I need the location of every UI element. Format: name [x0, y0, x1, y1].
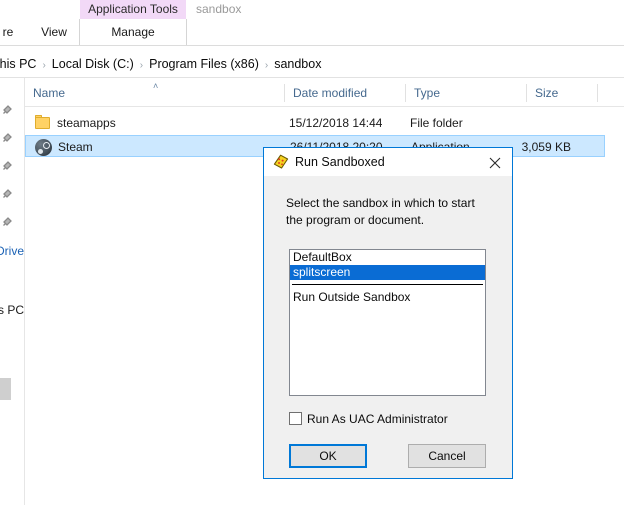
file-name-cell: Steam: [58, 136, 93, 158]
breadcrumb-separator-icon: ›: [36, 60, 51, 71]
pin-icon: [2, 216, 13, 227]
checkbox[interactable]: [289, 412, 302, 425]
column-header-size[interactable]: Size: [527, 80, 605, 106]
close-icon[interactable]: [478, 148, 512, 176]
folder-icon: [34, 115, 51, 132]
list-item[interactable]: DefaultBox: [290, 250, 485, 265]
tab-divider-right: [186, 19, 187, 45]
breadcrumb-item-program-files[interactable]: Program Files (x86): [149, 57, 259, 71]
breadcrumb: This PC›Local Disk (C:)›Program Files (x…: [0, 52, 321, 77]
sidebar-item-selected[interactable]: [0, 378, 11, 400]
pin-icon: [2, 132, 13, 143]
breadcrumb-separator-icon: ›: [134, 60, 149, 71]
column-header-type[interactable]: Type: [406, 80, 534, 106]
window-title-text: sandbox: [196, 0, 241, 19]
checkbox-label: Run As UAC Administrator: [307, 411, 448, 427]
pin-icon: [2, 160, 13, 171]
contextual-tab-header: Application Tools: [80, 0, 186, 19]
dialog-title: Run Sandboxed: [295, 148, 385, 176]
tab-view[interactable]: View: [30, 19, 78, 45]
sort-ascending-icon: ˄: [153, 82, 158, 91]
sidebar-item-onedrive[interactable]: OneDrive: [0, 241, 25, 261]
column-header-row: Name ˄ Date modified Type Size: [25, 80, 624, 106]
file-date-cell: 15/12/2018 14:44: [289, 112, 382, 134]
address-bar[interactable]: This PC›Local Disk (C:)›Program Files (x…: [0, 52, 624, 77]
file-type-cell: File folder: [410, 112, 463, 134]
dialog-title-bar[interactable]: Run Sandboxed: [264, 148, 512, 176]
ok-button[interactable]: OK: [289, 444, 367, 468]
table-row[interactable]: steamapps 15/12/2018 14:44 File folder: [25, 112, 605, 134]
sandbox-listbox[interactable]: DefaultBox splitscreen Run Outside Sandb…: [289, 249, 486, 396]
sandboxie-icon: [273, 154, 289, 170]
run-sandboxed-dialog: Run Sandboxed Select the sandbox in whic…: [263, 147, 513, 479]
breadcrumb-item-this-pc[interactable]: This PC: [0, 57, 36, 71]
tab-manage[interactable]: Manage: [80, 19, 186, 45]
column-header-date-modified[interactable]: Date modified: [285, 80, 413, 106]
breadcrumb-item-local-disk[interactable]: Local Disk (C:): [52, 57, 134, 71]
pin-icon: [2, 104, 13, 115]
column-divider[interactable]: [597, 84, 598, 102]
list-separator: [292, 284, 483, 285]
breadcrumb-separator-icon: ›: [259, 60, 274, 71]
column-header-divider: [25, 106, 624, 107]
tab-share[interactable]: re: [0, 19, 30, 45]
address-bar-divider: [0, 77, 624, 78]
dialog-message: Select the sandbox in which to start the…: [286, 195, 492, 229]
navigation-pane[interactable]: OneDrive This PC: [0, 78, 25, 505]
cancel-button[interactable]: Cancel: [408, 444, 486, 468]
sidebar-item-this-pc[interactable]: This PC: [0, 300, 25, 320]
column-header-name[interactable]: Name: [25, 80, 293, 106]
list-item[interactable]: splitscreen: [290, 265, 485, 280]
ribbon-bottom-divider: [0, 45, 624, 46]
ribbon-tab-row: re View Manage: [0, 19, 624, 45]
file-name-cell: steamapps: [57, 112, 116, 134]
ribbon: Application Tools sandbox re View Manage: [0, 0, 624, 46]
steam-icon: [35, 139, 52, 156]
breadcrumb-item-sandbox[interactable]: sandbox: [274, 57, 321, 71]
file-size-cell: [480, 112, 570, 134]
dialog-body: Select the sandbox in which to start the…: [264, 176, 512, 478]
pin-icon: [2, 188, 13, 199]
list-item[interactable]: Run Outside Sandbox: [290, 290, 485, 305]
tab-divider-left: [79, 19, 80, 45]
